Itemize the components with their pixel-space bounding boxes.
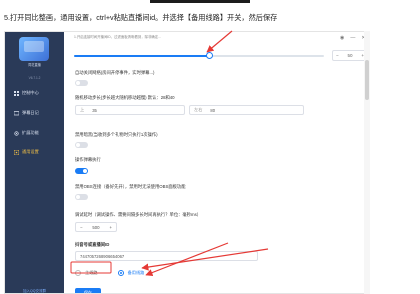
sidebar-item-label: 弹幕日记 bbox=[22, 110, 39, 115]
step-max-input[interactable]: 左右 80 bbox=[189, 105, 304, 115]
disable-gift-toggle[interactable] bbox=[75, 142, 88, 148]
radio-dot bbox=[75, 270, 81, 276]
logo-caption: 同花直播 bbox=[28, 63, 41, 67]
room-id-label: 抖音号或直播间ID bbox=[75, 242, 110, 247]
radio-main-line[interactable]: 主线路 bbox=[75, 270, 98, 276]
grid-icon bbox=[14, 90, 19, 96]
scrollbar-thumb[interactable] bbox=[365, 60, 369, 100]
instruction-text: 5.打开同比整画，通用设置，ctrl+v粘贴直播间id。并选择【备用线路】开关，… bbox=[4, 13, 278, 22]
auto-close-toggle[interactable] bbox=[75, 80, 88, 86]
sidebar-item-label: 扩展功能 bbox=[22, 130, 39, 135]
step-max-value: 80 bbox=[210, 107, 216, 113]
minus-icon[interactable]: − bbox=[336, 53, 339, 58]
radio-label: 备用线路 bbox=[127, 270, 145, 275]
step-max-prefix: 左右 bbox=[194, 107, 203, 112]
app-window: 同花直播 V6.7.1.2 控制中心 弹幕日记 扩展功能 通用设置 加入QQ交流… bbox=[4, 31, 370, 294]
logo-shine bbox=[24, 41, 44, 52]
save-button[interactable]: 保存 bbox=[75, 288, 101, 293]
radio-dot bbox=[117, 270, 124, 276]
room-id-value: 7447057268906654067 bbox=[80, 253, 125, 259]
radio-label: 主线路 bbox=[85, 270, 98, 275]
step-min-input[interactable]: 上 35 bbox=[75, 105, 185, 115]
room-id-input[interactable]: 7447057268906654067 bbox=[75, 251, 258, 261]
github-icon[interactable]: ◉ bbox=[340, 35, 344, 41]
debug-delay-label: 调试延时（调试操作、需要间隔多长时间再执行？单位：毫秒ms） bbox=[75, 212, 202, 217]
sidebar-item-general-settings[interactable]: 通用设置 bbox=[5, 146, 64, 158]
sidebar-item-danmaku-log[interactable]: 弹幕日记 bbox=[5, 107, 64, 119]
auto-close-label: 自动关闭网络(房间开停事件，实时弹幕...) bbox=[75, 70, 155, 75]
random-step-label: 随机移动步长(步长越大随机移动越慢) 默认：28和40 bbox=[75, 95, 175, 100]
cropped-image-edge bbox=[150, 0, 250, 3]
chat-icon bbox=[14, 110, 19, 115]
danmaku-exec-label: 操作弹幕执行 bbox=[75, 157, 101, 162]
step-min-value: 35 bbox=[92, 107, 97, 113]
plus-icon[interactable]: + bbox=[109, 225, 112, 230]
sidebar-item-control-center[interactable]: 控制中心 bbox=[5, 87, 64, 99]
header-controls: ◉ — ✕ bbox=[340, 35, 366, 41]
stepper-value: 50 bbox=[347, 53, 353, 58]
version-label: V6.7.1.2 bbox=[28, 76, 41, 80]
radio-backup-line[interactable]: 备用线路 bbox=[117, 270, 145, 276]
line-radio-group: 主线路 备用线路 bbox=[75, 270, 144, 276]
disable-gift-label: 禁用暗黑(当收到多个礼物时只执行1次操作) bbox=[75, 132, 158, 137]
sidebar-item-label: 控制中心 bbox=[22, 90, 39, 95]
sidebar-item-label: 通用设置 bbox=[22, 149, 39, 154]
sidebar: 同花直播 V6.7.1.2 控制中心 弹幕日记 扩展功能 通用设置 加入QQ交流… bbox=[5, 32, 64, 293]
debug-delay-stepper[interactable]: − 500 + bbox=[75, 222, 117, 232]
slider-thumb[interactable] bbox=[205, 52, 213, 59]
settings-icon bbox=[14, 149, 19, 155]
slider-fill bbox=[74, 55, 209, 57]
settings-panel: 1.开启连接时间开播间ID，过滤面板清晰看到，除非确定... ◉ — ✕ − 5… bbox=[64, 32, 369, 293]
step-min-prefix: 上 bbox=[80, 107, 85, 112]
slider-stepper[interactable]: − 50 + bbox=[332, 50, 368, 61]
gear-icon bbox=[14, 130, 19, 136]
hint-text: 1.开启连接时间开播间ID，过滤面板清晰看到，除非确定... bbox=[74, 35, 162, 39]
danmaku-exec-toggle[interactable] bbox=[75, 168, 88, 174]
minimize-icon[interactable]: — bbox=[350, 35, 355, 41]
disable-obs-label: 禁用OBS连接（备好先开），禁用时无法使用OBS面板功能 bbox=[75, 184, 186, 189]
top-strip bbox=[0, 0, 420, 12]
delay-value: 500 bbox=[92, 224, 100, 230]
join-group-link[interactable]: 加入QQ交流群 bbox=[5, 289, 64, 293]
sidebar-item-extensions[interactable]: 扩展功能 bbox=[5, 127, 64, 139]
minus-icon[interactable]: − bbox=[80, 225, 83, 230]
disable-obs-toggle[interactable] bbox=[75, 194, 88, 200]
